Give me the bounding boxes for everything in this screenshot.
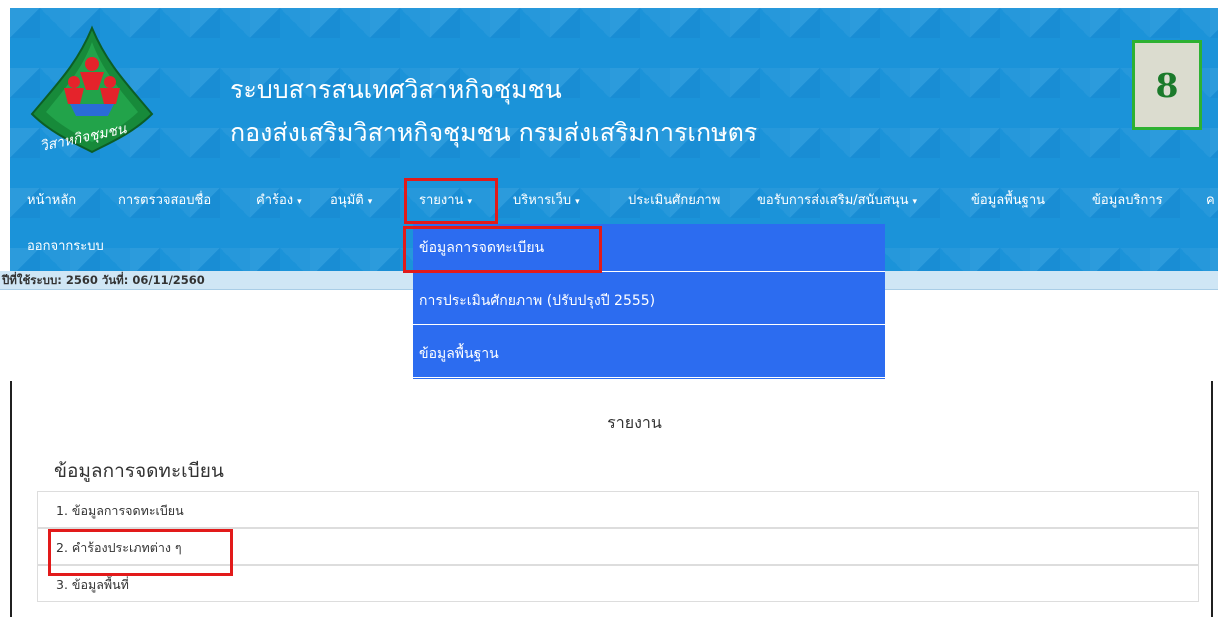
community-enterprise-logo[interactable]: วิสาหกิจชุมชน bbox=[22, 24, 162, 164]
menu-item-basic-data[interactable]: ข้อมูลพื้นฐาน bbox=[413, 330, 885, 378]
reports-dropdown-menu: ข้อมูลการจดทะเบียน การประเมินศักยภาพ (ปร… bbox=[413, 224, 885, 379]
chevron-down-icon: ▾ bbox=[367, 197, 373, 207]
report-link-requests[interactable]: 2. คำร้องประเภทต่าง ๆ bbox=[37, 528, 1199, 565]
chevron-down-icon: ▾ bbox=[912, 197, 917, 207]
nav-item-name-check[interactable]: การตรวจสอบชื่อ bbox=[118, 186, 211, 216]
page: วิสาหกิจชุมชน ระบบสารสนเทศวิสาหกิจชุมชน … bbox=[0, 0, 1218, 617]
nav-item-basic-data[interactable]: ข้อมูลพื้นฐาน bbox=[971, 186, 1045, 216]
section-title: ข้อมูลการจดทะเบียน bbox=[54, 460, 224, 482]
nav-item-more[interactable]: ค bbox=[1206, 186, 1215, 216]
nav-item-potential-assessment[interactable]: ประเมินศักยภาพ bbox=[628, 186, 720, 216]
menu-item-potential-assessment[interactable]: การประเมินศักยภาพ (ปรับปรุงปี 2555) bbox=[413, 277, 885, 325]
nav-item-web-admin[interactable]: บริหารเว็บ ▾ bbox=[513, 186, 580, 216]
page-heading: รายงาน bbox=[607, 413, 662, 432]
chevron-down-icon: ▾ bbox=[575, 197, 580, 207]
nav-item-logout[interactable]: ออกจากระบบ bbox=[27, 235, 104, 256]
chevron-down-icon: ▾ bbox=[297, 197, 302, 207]
nav-item-requests[interactable]: คำร้อง ▾ bbox=[256, 186, 302, 216]
system-title: ระบบสารสนเทศวิสาหกิจชุมชน bbox=[230, 75, 562, 104]
report-link-registration[interactable]: 1. ข้อมูลการจดทะเบียน bbox=[37, 491, 1199, 528]
nav-item-approve[interactable]: อนุมัติ ▾ bbox=[330, 186, 372, 216]
nav-item-support-request[interactable]: ขอรับการส่งเสริม/สนับสนุน ▾ bbox=[757, 186, 917, 216]
nav-item-home[interactable]: หน้าหลัก bbox=[27, 186, 76, 216]
nav-item-reports[interactable]: รายงาน ▾ bbox=[419, 186, 472, 216]
report-link-area-data[interactable]: 3. ข้อมูลพื้นที่ bbox=[37, 565, 1199, 602]
nav-item-service-data[interactable]: ข้อมูลบริการ bbox=[1092, 186, 1163, 216]
main-content: รายงาน ข้อมูลการจดทะเบียน 1. ข้อมูลการจด… bbox=[10, 381, 1213, 617]
menu-item-registration-data[interactable]: ข้อมูลการจดทะเบียน bbox=[413, 224, 885, 272]
chevron-down-icon: ▾ bbox=[467, 197, 472, 207]
status-text: ปีที่ใช้ระบบ: 2560 วันที่: 06/11/2560 bbox=[2, 273, 205, 287]
department-title: กองส่งเสริมวิสาหกิจชุมชน กรมส่งเสริมการเ… bbox=[230, 118, 758, 147]
page-number-badge: 8 bbox=[1132, 40, 1202, 130]
